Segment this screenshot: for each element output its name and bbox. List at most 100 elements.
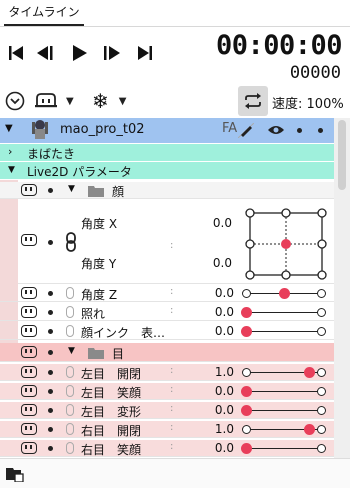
param-row-left-eye-open[interactable]: 左目 開閉 : 1.0: [0, 364, 334, 381]
xy-pad[interactable]: [245, 208, 327, 280]
folder-row-face[interactable]: ▼ 顔: [0, 182, 334, 199]
param-slider[interactable]: [241, 386, 326, 397]
skip-to-start-button[interactable]: [4, 42, 28, 64]
dot-icon[interactable]: [48, 310, 53, 315]
param-row-left-eye-smile[interactable]: 左目 笑顔 : 0.0: [0, 383, 334, 400]
pencil-icon[interactable]: [238, 123, 254, 138]
scrollbar-thumb[interactable]: [338, 120, 346, 190]
visibility-icon[interactable]: [21, 184, 37, 196]
prev-frame-button[interactable]: [33, 42, 57, 64]
param-row-tere[interactable]: 照れ : 0.0: [0, 304, 334, 321]
link-icon[interactable]: [66, 442, 74, 454]
model-row[interactable]: ▼ mao_pro_t02 FA: [0, 118, 334, 143]
model-select-dropdown[interactable]: ▼: [34, 91, 74, 111]
view-mode-dropdown[interactable]: [5, 91, 25, 111]
param-row-angle-z[interactable]: 角度 Z : 0.0: [0, 285, 334, 302]
slider-handle[interactable]: [304, 367, 315, 378]
dot-icon[interactable]: [48, 427, 53, 432]
visibility-icon[interactable]: [21, 423, 37, 435]
visibility-icon[interactable]: [21, 346, 37, 358]
dot-icon[interactable]: [48, 370, 53, 375]
dot-icon[interactable]: [48, 329, 53, 334]
speed-label: 速度:: [272, 97, 303, 112]
param-row-left-eye-form[interactable]: 左目 変形 : 0.0: [0, 402, 334, 419]
param-name: 照れ: [81, 307, 106, 321]
visibility-icon[interactable]: [21, 404, 37, 416]
play-icon: [73, 45, 87, 61]
link-icon[interactable]: [66, 404, 74, 416]
scrollbar[interactable]: [334, 118, 350, 458]
loop-toggle-button[interactable]: [238, 86, 268, 116]
link-icon[interactable]: [66, 287, 74, 299]
param-row-face-ink[interactable]: 顔インク 表… 0.0: [0, 323, 334, 340]
link-icon[interactable]: [66, 423, 74, 435]
slider-handle[interactable]: [241, 326, 252, 337]
slider-max-knob: [317, 444, 326, 453]
slider-handle[interactable]: [241, 307, 252, 318]
visibility-icon[interactable]: [21, 325, 37, 337]
colon: :: [170, 422, 174, 433]
param-slider[interactable]: [241, 326, 326, 337]
visibility-icon[interactable]: [21, 234, 37, 246]
dot-icon[interactable]: [48, 446, 53, 451]
chevron-down-icon: ▼: [66, 95, 74, 107]
colon: :: [170, 286, 174, 297]
dot-icon[interactable]: [297, 128, 302, 133]
param-row-angle-xy[interactable]: 角度 X : 0.0 角度 Y 0.0: [18, 200, 334, 284]
param-value: 0.0: [212, 256, 232, 270]
eye-visibility-icon[interactable]: [267, 124, 285, 136]
slider-handle[interactable]: [241, 386, 252, 397]
dot-icon[interactable]: [48, 291, 53, 296]
play-button[interactable]: [68, 42, 92, 64]
dot-icon[interactable]: [48, 240, 53, 245]
slider-handle[interactable]: [241, 443, 252, 454]
skip-to-end-button[interactable]: [133, 42, 157, 64]
dot-icon[interactable]: [48, 350, 53, 355]
bottom-bar: [0, 458, 350, 488]
visibility-icon[interactable]: [21, 306, 37, 318]
visibility-icon[interactable]: [21, 385, 37, 397]
folder-icon: [88, 186, 104, 197]
dot-icon[interactable]: [48, 389, 53, 394]
slider-handle[interactable]: [279, 288, 290, 299]
param-slider[interactable]: [242, 424, 326, 435]
param-slider[interactable]: [241, 307, 326, 318]
group-live2d-params[interactable]: ▼ Live2D パラメータ: [0, 162, 334, 179]
param-slider[interactable]: [241, 443, 326, 454]
param-slider[interactable]: [242, 288, 326, 299]
link-icon[interactable]: [66, 232, 76, 252]
param-row-right-eye-smile[interactable]: 右目 笑顔 : 0.0: [0, 440, 334, 457]
visibility-icon[interactable]: [21, 442, 37, 454]
tab-timeline[interactable]: タイムライン: [4, 2, 84, 26]
dot-icon[interactable]: [48, 408, 53, 413]
link-icon[interactable]: [66, 366, 74, 378]
loop-icon: [245, 93, 261, 109]
folder-row-eye[interactable]: ▼ 目: [0, 343, 334, 362]
toolbar: ▼ ❄ ▼ 速度: 100%: [0, 84, 350, 118]
next-frame-button[interactable]: [100, 42, 124, 64]
collapse-icon[interactable]: ▼: [5, 123, 13, 134]
dot-icon[interactable]: [48, 188, 53, 193]
param-name: 右目 笑顔: [81, 443, 142, 457]
param-slider[interactable]: [242, 367, 326, 378]
param-value: 0.0: [214, 286, 234, 300]
new-folder-icon[interactable]: [6, 466, 24, 482]
dot-icon[interactable]: [318, 128, 323, 133]
slider-handle[interactable]: [304, 424, 315, 435]
param-row-right-eye-open[interactable]: 右目 開閉 : 1.0: [0, 421, 334, 438]
freeze-dropdown[interactable]: ❄ ▼: [92, 89, 127, 113]
param-name: 角度 Z: [81, 288, 118, 302]
visibility-icon[interactable]: [21, 366, 37, 378]
param-name: 角度 X: [81, 217, 118, 231]
visibility-icon[interactable]: [21, 287, 37, 299]
param-slider[interactable]: [241, 405, 326, 416]
link-icon[interactable]: [66, 325, 74, 337]
link-icon[interactable]: [66, 306, 74, 318]
chevron-down-icon: ▼: [118, 95, 127, 107]
speed-readout[interactable]: 速度: 100%: [272, 93, 344, 112]
link-icon[interactable]: [66, 385, 74, 397]
group-mabataki[interactable]: › まばたき: [0, 144, 334, 161]
slider-max-knob: [317, 425, 326, 434]
slider-min-knob: [242, 368, 251, 377]
slider-handle[interactable]: [241, 405, 252, 416]
